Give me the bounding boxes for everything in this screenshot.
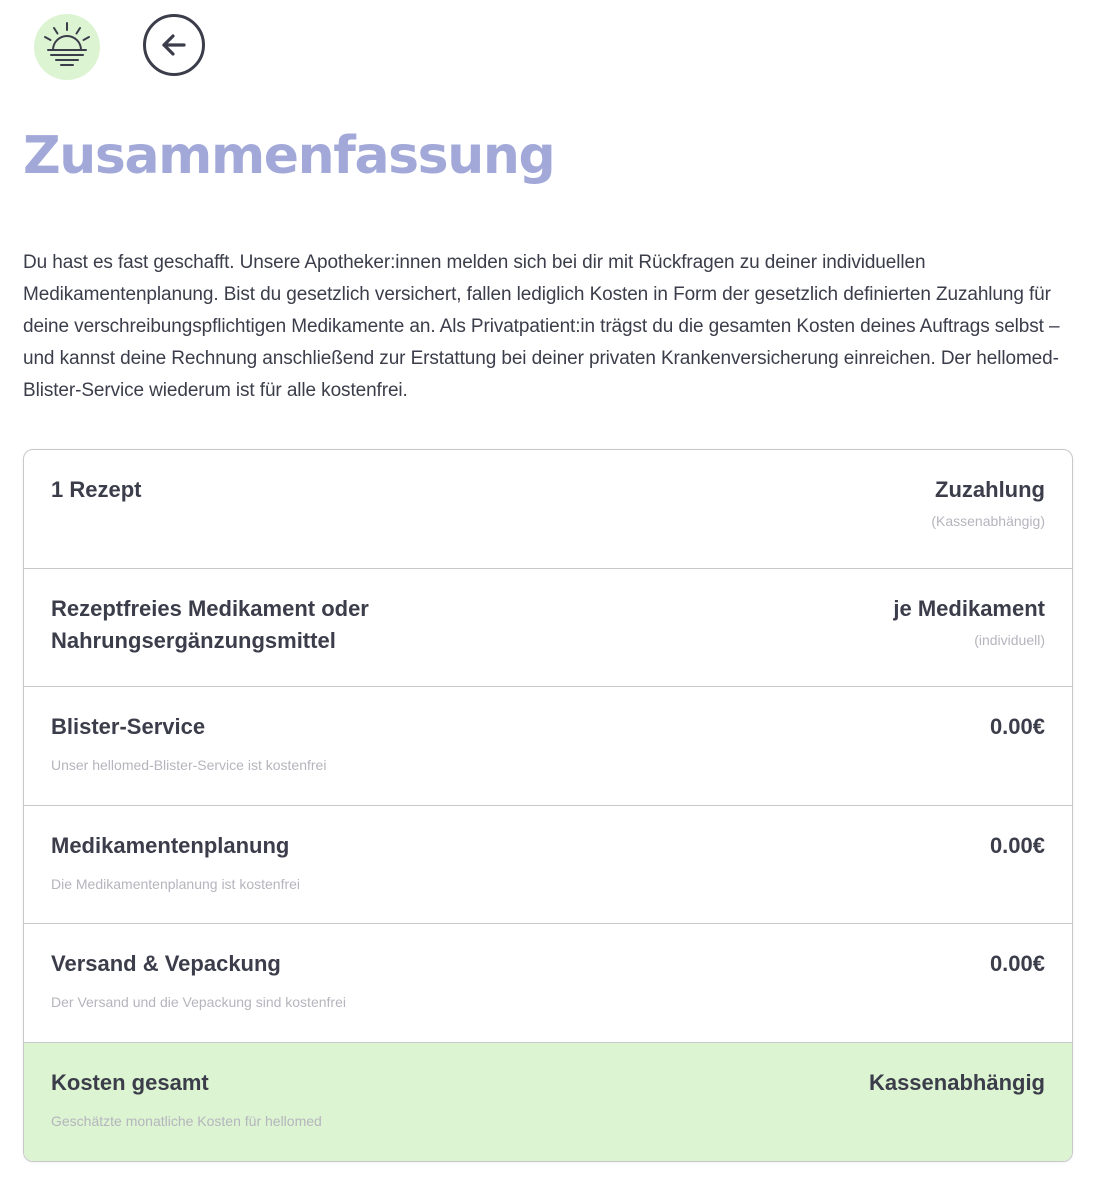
summary-row-otc-medication: Rezeptfreies Medikament oder Nahrungserg… bbox=[24, 569, 1072, 688]
row-value: 0.00€ bbox=[989, 714, 1045, 740]
page-title: Zusammenfassung bbox=[23, 126, 556, 186]
row-subtitle: Geschätzte monatliche Kosten für hellome… bbox=[51, 1112, 322, 1129]
logo bbox=[34, 14, 100, 80]
arrow-left-icon bbox=[162, 34, 186, 56]
sunrise-icon bbox=[44, 22, 90, 66]
row-value: 0.00€ bbox=[989, 951, 1045, 977]
row-value: Zuzahlung bbox=[935, 477, 1045, 502]
header bbox=[34, 14, 234, 80]
summary-row-shipping: Versand & Vepackung Der Versand und die … bbox=[24, 924, 1072, 1043]
row-value: Kassenabhängig bbox=[868, 1069, 1045, 1095]
back-button[interactable] bbox=[143, 14, 205, 76]
row-title: Blister-Service bbox=[51, 714, 206, 740]
row-value: 0.00€ bbox=[989, 832, 1045, 858]
intro-text: Du hast es fast geschafft. Unsere Apothe… bbox=[23, 252, 1060, 401]
summary-row-blister-service: Blister-Service Unser hellomed-Blister-S… bbox=[24, 687, 1072, 806]
row-value-note: (individuell) bbox=[974, 631, 1045, 648]
row-title: Kosten gesamt bbox=[51, 1069, 209, 1095]
row-title: Rezeptfreies Medikament oder Nahrungserg… bbox=[51, 595, 369, 653]
row-value: je Medikament bbox=[893, 595, 1045, 621]
row-subtitle: Unser hellomed-Blister-Service ist koste… bbox=[51, 757, 327, 774]
summary-row-medication-planning: Medikamentenplanung Die Medikamentenplan… bbox=[24, 806, 1072, 925]
row-value-note: (Kassenabhängig) bbox=[931, 513, 1045, 529]
row-title: 1 Rezept bbox=[51, 477, 142, 502]
summary-row-total: Kosten gesamt Geschätzte monatliche Kost… bbox=[24, 1042, 1072, 1161]
summary-row-prescription: 1 Rezept Zuzahlung (Kassenabhängig) bbox=[24, 450, 1072, 569]
row-subtitle: Die Medikamentenplanung ist kostenfrei bbox=[51, 875, 301, 892]
cost-summary-card: 1 Rezept Zuzahlung (Kassenabhängig) Reze… bbox=[23, 449, 1073, 1162]
row-title: Versand & Vepackung bbox=[51, 951, 281, 977]
row-title: Medikamentenplanung bbox=[51, 832, 290, 858]
row-subtitle: Der Versand und die Vepackung sind koste… bbox=[51, 994, 346, 1011]
